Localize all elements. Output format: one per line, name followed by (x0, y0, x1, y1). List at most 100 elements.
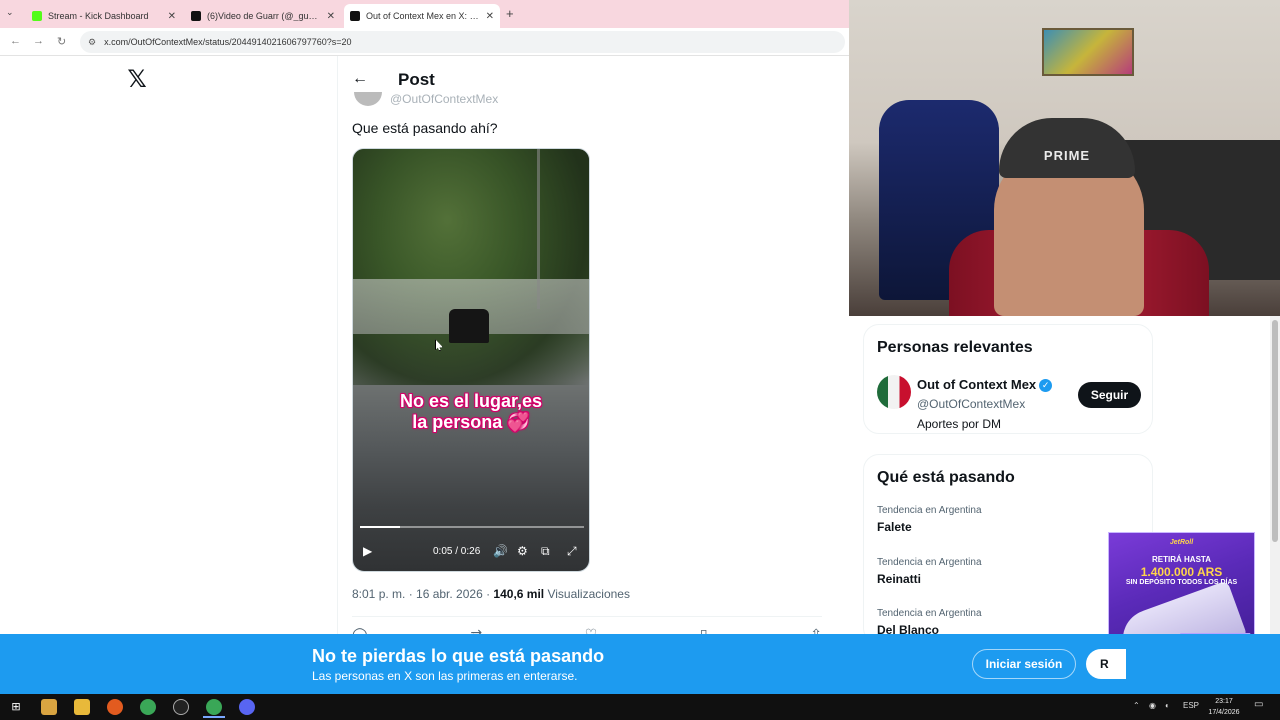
forward-icon[interactable]: → (33, 35, 44, 47)
discord-icon[interactable] (239, 699, 255, 715)
bookmark-icon[interactable]: ▯ (700, 626, 708, 634)
account-name[interactable]: Out of Context Mex ✓ (917, 377, 1053, 393)
pip-icon[interactable]: ⧉ (541, 544, 550, 559)
address-bar: ← → ↻ ⚙ x.com/OutOfContextMex/status/204… (0, 28, 849, 56)
back-icon[interactable]: ← (10, 35, 21, 47)
webcam-overlay: PRIME (849, 0, 1280, 316)
tray-chevron-icon[interactable]: ⌃ (1133, 701, 1140, 710)
tab-tiktok[interactable]: (6)Video de Guarr (@_guarr) rel ✕ (185, 4, 341, 28)
url-input[interactable]: ⚙ x.com/OutOfContextMex/status/204491402… (80, 31, 845, 53)
follow-button[interactable]: Seguir (1078, 382, 1141, 408)
verified-badge-icon: ✓ (1039, 379, 1053, 393)
post-meta: 8:01 p. m. · 16 abr. 2026 · 140,6 mil Vi… (352, 587, 630, 601)
close-icon[interactable]: ✕ (327, 11, 335, 22)
windows-start-icon[interactable]: ⊞ (8, 699, 24, 715)
reply-icon[interactable]: ◯ (352, 626, 368, 634)
avatar[interactable] (877, 375, 911, 409)
trend-context: Tendencia en Argentina (877, 505, 982, 516)
wall-painting (1042, 28, 1134, 76)
video-progress-fill (360, 526, 401, 528)
account-handle[interactable]: @OutOfContextMex (917, 397, 1025, 411)
reload-icon[interactable]: ↻ (57, 35, 66, 48)
site-info-icon[interactable]: ⚙ (88, 37, 96, 48)
trends-title: Qué está pasando (877, 469, 1015, 486)
ad-line: SIN DEPÓSITO TODOS LOS DÍAS (1125, 579, 1238, 586)
tiktok-icon (191, 11, 201, 21)
clock-time: 23:17 (1215, 698, 1233, 705)
video-caption-line: No es el lugar,es (399, 391, 543, 411)
post-timestamp[interactable]: 8:01 p. m. · 16 abr. 2026 · (352, 587, 493, 601)
divider (352, 616, 822, 617)
views-count: 140,6 mil (493, 587, 545, 601)
relevant-people-card: Personas relevantes Out of Context Mex ✓ … (863, 324, 1153, 434)
share-icon[interactable]: ⇧ (810, 626, 822, 634)
trend-context: Tendencia en Argentina (877, 557, 982, 568)
close-icon[interactable]: ✕ (486, 11, 494, 22)
browser-tab-bar: ⌄ Stream - Kick Dashboard ✕ (6)Video de … (0, 0, 849, 28)
video-time: 0:05 / 0:26 (433, 546, 481, 557)
trend-item[interactable]: Tendencia en Argentina Del Blanco (877, 608, 982, 637)
views-label: Visualizaciones (547, 587, 630, 601)
ad-brand: JetRoll (1169, 539, 1194, 546)
system-clock[interactable]: 23:17 17/4/2026 (1200, 696, 1248, 718)
tab-x-post[interactable]: Out of Context Mex en X: "Que ✕ (344, 4, 500, 28)
video-player[interactable]: No es el lugar,es la persona 💞 ▶ 0:05 / … (352, 148, 590, 572)
like-icon[interactable]: ♡ (585, 626, 598, 634)
tray-network-icon[interactable]: ◉ (1149, 701, 1156, 710)
language-indicator[interactable]: ESP (1183, 701, 1199, 710)
video-caption: No es el lugar,es la persona 💞 (353, 391, 589, 433)
clock-date: 17/4/2026 (1208, 709, 1240, 716)
tab-list-icon[interactable]: ⌄ (6, 7, 14, 18)
relevant-people-title: Personas relevantes (877, 339, 1033, 356)
settings-icon[interactable]: ⚙ (517, 544, 528, 558)
video-controls: ▶ 0:05 / 0:26 🔊 ⚙ ⧉ ⤢ (353, 541, 589, 565)
trend-item[interactable]: Tendencia en Argentina Falete (877, 505, 982, 534)
tab-title: (6)Video de Guarr (@_guarr) rel (207, 11, 321, 21)
video-caption-line: la persona 💞 (412, 412, 530, 432)
obs-icon[interactable] (173, 699, 189, 715)
chrome-icon[interactable] (206, 699, 222, 715)
video-frame-trees (353, 149, 589, 386)
page-title: Post (398, 70, 435, 89)
register-button[interactable]: R (1086, 649, 1126, 679)
post-text: Que está pasando ahí? (352, 120, 498, 136)
video-progress-bar[interactable] (360, 526, 584, 528)
volume-icon[interactable]: 🔊 (493, 544, 508, 558)
kick-icon (32, 11, 42, 21)
media-player-icon[interactable] (41, 699, 57, 715)
trend-name: Falete (877, 520, 912, 534)
tab-kick-dashboard[interactable]: Stream - Kick Dashboard ✕ (26, 4, 182, 28)
chrome-icon[interactable] (140, 699, 156, 715)
taskbar: ⊞ ⌃ ◉ ◐ ESP 23:17 17/4/2026 ▭ (0, 694, 1280, 720)
video-frame-pole (537, 149, 540, 309)
repost-icon[interactable]: ⇄ (470, 626, 482, 634)
trend-item[interactable]: Tendencia en Argentina Reinatti (877, 557, 982, 586)
post-actions: ◯ ⇄ ♡ ▯ ⇧ (352, 626, 822, 634)
trend-name: Reinatti (877, 572, 922, 586)
play-icon[interactable]: ▶ (363, 544, 372, 558)
cap-logo-text: PRIME (1043, 148, 1091, 163)
scrollbar-thumb[interactable] (1272, 320, 1278, 542)
url-text: x.com/OutOfContextMex/status/20449140216… (104, 37, 352, 47)
post-header: ← Post (338, 56, 849, 106)
close-icon[interactable]: ✕ (168, 11, 176, 22)
login-button[interactable]: Iniciar sesión (972, 649, 1076, 679)
ad-line: RETIRÁ HASTA (1152, 555, 1211, 564)
file-explorer-icon[interactable] (74, 699, 90, 715)
x-logo-icon[interactable]: 𝕏 (124, 66, 150, 92)
tab-title: Out of Context Mex en X: "Que (366, 11, 480, 21)
new-tab-button[interactable]: + (506, 6, 514, 21)
back-arrow-icon[interactable]: ← (352, 70, 368, 88)
x-icon (350, 11, 360, 21)
post-column: @OutOfContextMex ← Post Que está pasando… (337, 56, 849, 634)
video-frame-car (449, 309, 489, 343)
notifications-icon[interactable]: ▭ (1254, 699, 1263, 710)
firefox-icon[interactable] (107, 699, 123, 715)
tab-title: Stream - Kick Dashboard (48, 11, 149, 21)
banner-title: No te pierdas lo que está pasando (312, 646, 605, 666)
fullscreen-icon[interactable]: ⤢ (567, 544, 577, 559)
tray-volume-icon[interactable]: ◐ (1165, 701, 1170, 710)
login-banner: No te pierdas lo que está pasando Las pe… (0, 634, 1280, 694)
ad-amount: 1.400.000 ARS (1140, 565, 1223, 579)
trend-context: Tendencia en Argentina (877, 608, 982, 619)
